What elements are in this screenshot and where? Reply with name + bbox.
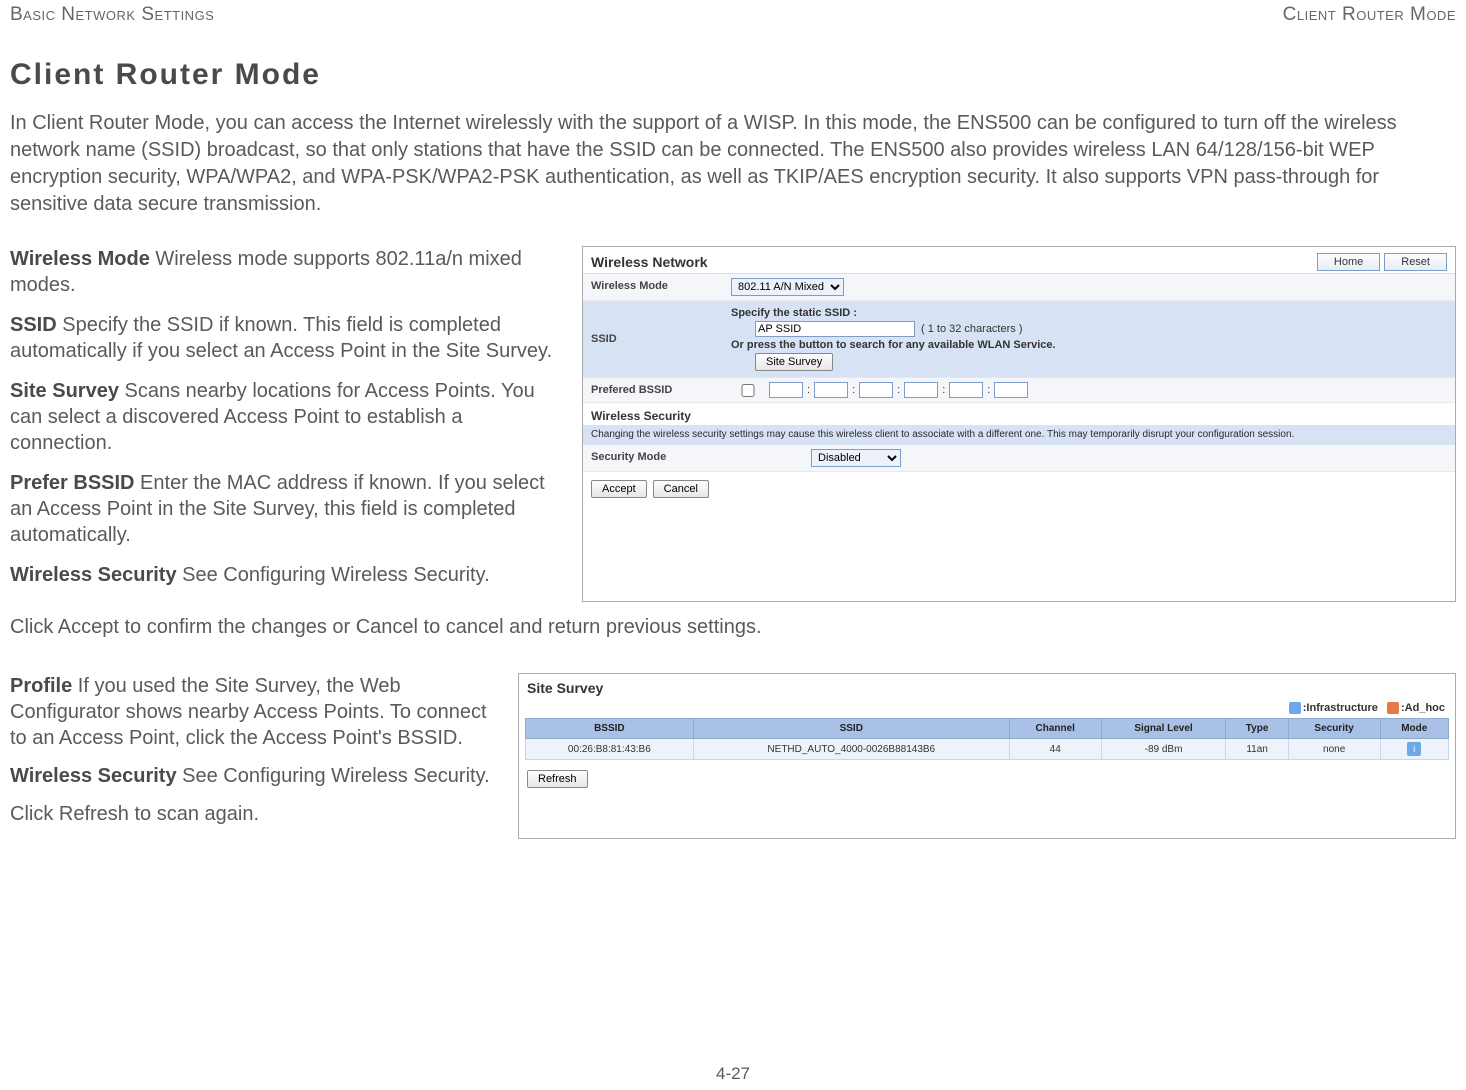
col-signal: Signal Level [1101,719,1226,739]
col-bssid: BSSID [526,719,694,739]
site-survey-panel: Site Survey :Infrastructure :Ad_hoc BSSI… [518,673,1456,839]
bssid-oct6[interactable] [994,382,1028,398]
adhoc-icon [1387,702,1399,714]
definitions-block-2: Profile If you used the Site Survey, the… [10,673,500,839]
header-right: Client Router Mode [1283,4,1456,26]
bssid-oct1[interactable] [769,382,803,398]
wireless-mode-select[interactable]: 802.11 A/N Mixed [731,278,844,296]
cell-mode: i [1380,739,1448,760]
desc-wireless-security: See Configuring Wireless Security. [177,564,490,586]
cell-bssid[interactable]: 00:26:B8:81:43:B6 [526,739,694,760]
label-prefered-bssid: Prefered BSSID [583,378,723,402]
term-prefer-bssid: Prefer BSSID [10,472,135,494]
cell-type: 11an [1226,739,1288,760]
panel-title-text: Wireless Network [591,254,708,270]
desc-profile: If you used the Site Survey, the Web Con… [10,675,487,749]
term-site-survey: Site Survey [10,380,119,402]
site-survey-table: BSSID SSID Channel Signal Level Type Sec… [525,718,1449,760]
cell-ssid: NETHD_AUTO_4000-0026B88143B6 [693,739,1009,760]
security-warning: Changing the wireless security settings … [583,425,1455,445]
bssid-oct2[interactable] [814,382,848,398]
wireless-network-panel: Wireless Network Home Reset Wireless Mod… [582,246,1456,602]
table-row[interactable]: 00:26:B8:81:43:B6 NETHD_AUTO_4000-0026B8… [526,739,1449,760]
reset-button[interactable]: Reset [1384,253,1447,271]
term-profile: Profile [10,675,72,697]
col-security: Security [1288,719,1380,739]
legend: :Infrastructure :Ad_hoc [519,700,1455,716]
refresh-button[interactable]: Refresh [527,770,588,788]
desc-wireless-security-2: See Configuring Wireless Security. [177,765,490,787]
bssid-oct5[interactable] [949,382,983,398]
term-wireless-mode: Wireless Mode [10,248,150,270]
home-button[interactable]: Home [1317,253,1380,271]
col-channel: Channel [1009,719,1101,739]
cell-channel: 44 [1009,739,1101,760]
site-survey-button[interactable]: Site Survey [755,353,833,371]
legend-infra: :Infrastructure [1303,702,1378,714]
label-ssid: SSID [583,301,723,377]
security-mode-select[interactable]: Disabled [811,449,901,467]
col-ssid: SSID [693,719,1009,739]
refresh-instruction: Click Refresh to scan again. [10,801,500,827]
cancel-button[interactable]: Cancel [653,480,709,498]
ssid-or-text: Or press the button to search for any av… [731,339,1056,351]
term-wireless-security-2: Wireless Security [10,765,177,787]
infrastructure-icon [1289,702,1301,714]
wireless-security-subhead: Wireless Security [583,403,1455,425]
page-number: 4-27 [0,1064,1466,1084]
cell-signal: -89 dBm [1101,739,1226,760]
mode-infra-icon: i [1407,742,1421,756]
site-survey-title: Site Survey [519,674,1455,700]
header-left: Basic Network Settings [10,4,214,26]
bssid-oct4[interactable] [904,382,938,398]
ssid-specify-text: Specify the static SSID : [731,307,857,319]
legend-adhoc: :Ad_hoc [1401,702,1445,714]
ssid-input[interactable] [755,321,915,337]
label-wireless-mode: Wireless Mode [583,274,723,300]
intro-paragraph: In Client Router Mode, you can access th… [10,110,1456,218]
col-mode: Mode [1380,719,1448,739]
page-title: Client Router Mode [10,58,1456,92]
label-security-mode: Security Mode [583,445,803,471]
desc-ssid: Specify the SSID if known. This field is… [10,314,552,362]
col-type: Type [1226,719,1288,739]
accept-button[interactable]: Accept [591,480,647,498]
accept-instruction: Click Accept to confirm the changes or C… [10,616,1456,639]
bssid-oct3[interactable] [859,382,893,398]
term-ssid: SSID [10,314,57,336]
bssid-checkbox[interactable] [731,384,765,397]
term-wireless-security: Wireless Security [10,564,177,586]
ssid-hint: ( 1 to 32 characters ) [921,323,1023,335]
cell-security: none [1288,739,1380,760]
definitions-block: Wireless Mode Wireless mode supports 802… [10,246,568,602]
